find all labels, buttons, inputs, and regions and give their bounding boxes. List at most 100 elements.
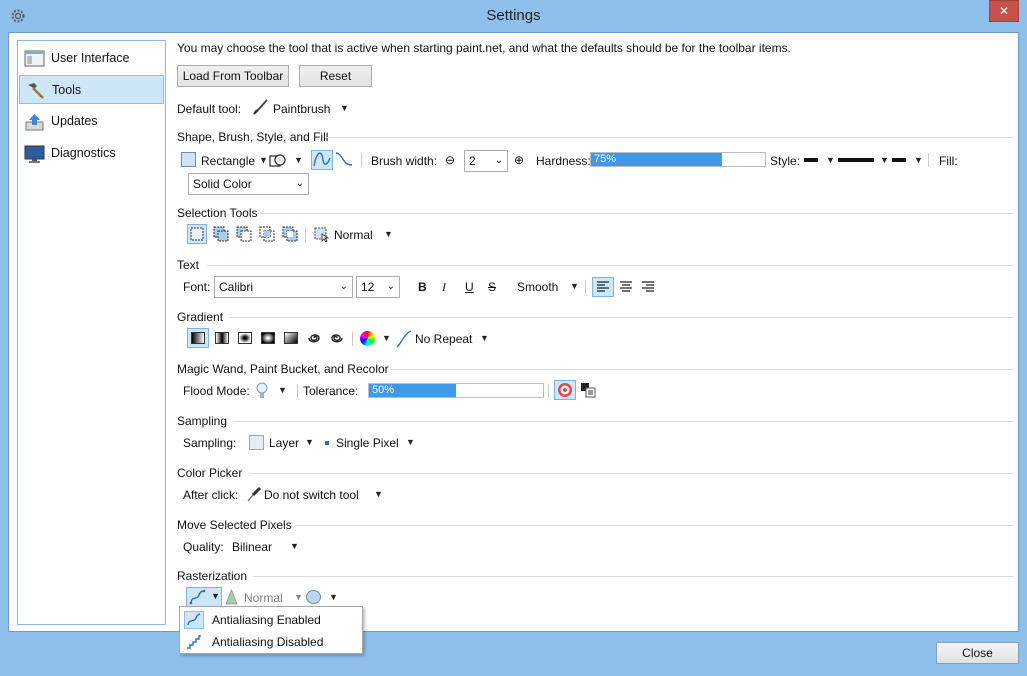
gradient-radial-button[interactable] xyxy=(258,328,278,348)
section-selection-tools: Selection Tools xyxy=(177,206,1014,221)
start-cap-dropdown[interactable]: ▼ xyxy=(804,150,835,170)
solid-line-icon xyxy=(838,158,874,162)
color-wheel-icon xyxy=(360,331,375,346)
hardness-slider[interactable]: 75% xyxy=(590,152,766,167)
align-center-button[interactable] xyxy=(616,277,636,297)
strikethrough-button[interactable]: S xyxy=(488,280,496,294)
section-heading: Selection Tools xyxy=(177,206,264,220)
selection-union-icon xyxy=(213,226,229,242)
italic-button[interactable]: I xyxy=(442,280,446,295)
antialias-disabled-icon xyxy=(184,633,204,651)
increase-width-button[interactable]: ⊕ xyxy=(514,153,524,167)
alpha-blending-icon xyxy=(306,590,321,604)
sampling-pixel-dropdown[interactable]: Single Pixel ▼ xyxy=(322,433,417,453)
settings-frame: User Interface Tools Updates Diagnostics… xyxy=(8,32,1019,632)
layers-icon xyxy=(581,383,596,398)
selection-union-button[interactable] xyxy=(211,224,231,244)
selection-replace-button[interactable] xyxy=(187,224,207,244)
antialias-enabled-icon xyxy=(184,611,204,629)
section-text: Text xyxy=(177,258,1014,273)
selection-intersect-icon xyxy=(259,226,275,242)
after-click-dropdown[interactable]: Do not switch tool ▼ xyxy=(246,485,386,505)
flood-mode-dropdown[interactable]: ▼ xyxy=(255,381,289,401)
selection-exclude-button[interactable] xyxy=(234,224,254,244)
close-button[interactable]: Close xyxy=(936,642,1019,664)
gradient-linear-reflected-button[interactable] xyxy=(212,328,232,348)
gradient-color-mode-dropdown[interactable]: ▼ xyxy=(360,329,392,349)
gradient-linear-button[interactable] xyxy=(187,328,209,348)
layer-icon xyxy=(249,435,264,450)
gradient-spiral-ccw-button[interactable] xyxy=(327,328,347,348)
rectangle-icon xyxy=(181,152,196,167)
decrease-width-button[interactable]: ⊖ xyxy=(445,153,455,167)
nav-item-diagnostics[interactable]: Diagnostics xyxy=(19,139,164,168)
gradient-diamond-button[interactable] xyxy=(235,328,255,348)
hammer-icon xyxy=(28,83,44,99)
align-right-button[interactable] xyxy=(638,277,658,297)
bold-button[interactable]: B xyxy=(418,280,427,294)
nav-item-tools[interactable]: Tools xyxy=(19,75,164,104)
intro-text: You may choose the tool that is active w… xyxy=(177,41,791,55)
fill-value: Solid Color xyxy=(193,177,252,191)
selection-mode-dropdown[interactable]: Normal ▼ xyxy=(314,225,394,245)
default-tool-label: Default tool: xyxy=(177,102,242,116)
menu-item-antialiasing-disabled[interactable]: Antialiasing Disabled xyxy=(181,631,361,653)
selection-replace-icon xyxy=(190,227,204,241)
gradient-conical-button[interactable] xyxy=(281,328,301,348)
spiral-icon xyxy=(308,334,320,343)
draw-type-dropdown[interactable]: ▼ xyxy=(269,150,307,170)
title-bar: Settings ✕ xyxy=(0,0,1027,32)
sampling-layer-button[interactable] xyxy=(579,380,599,400)
quality-dropdown[interactable]: Bilinear ▼ xyxy=(232,537,300,557)
sampling-image-button[interactable] xyxy=(554,380,576,400)
font-combo[interactable]: Calibri ⌄ xyxy=(214,276,353,298)
window-close-button[interactable]: ✕ xyxy=(989,0,1019,22)
load-from-toolbar-button[interactable]: Load From Toolbar xyxy=(177,65,289,87)
shape-type-dropdown[interactable]: Rectangle ▼ xyxy=(181,150,268,170)
dash-style-dropdown[interactable]: ▼ xyxy=(838,150,889,170)
brush-width-label: Brush width: xyxy=(371,154,438,168)
font-size-combo[interactable]: 12 ⌄ xyxy=(356,276,400,298)
line-cap-icon xyxy=(892,158,906,162)
toolbar-separator xyxy=(305,228,306,242)
underline-button[interactable]: U xyxy=(465,280,474,294)
nav-item-user-interface[interactable]: User Interface xyxy=(19,44,164,73)
antialias-curve-button[interactable] xyxy=(311,150,333,170)
section-rasterization: Rasterization xyxy=(177,569,1014,584)
selection-intersect-button[interactable] xyxy=(257,224,277,244)
aliased-curve-button[interactable] xyxy=(335,150,355,170)
paintbrush-icon xyxy=(253,99,268,115)
linear-gradient-icon xyxy=(191,332,205,344)
fill-combo[interactable]: Solid Color ⌄ xyxy=(188,173,309,195)
chevron-down-icon: ▼ xyxy=(211,591,220,601)
chevron-down-icon: ▼ xyxy=(570,281,579,291)
tolerance-slider[interactable]: 50% xyxy=(368,383,544,398)
chevron-down-icon: ▼ xyxy=(259,155,268,165)
menu-item-antialiasing-enabled[interactable]: Antialiasing Enabled xyxy=(181,609,361,631)
section-divider xyxy=(233,421,1014,422)
default-tool-dropdown[interactable]: Paintbrush ▼ xyxy=(252,98,352,118)
tools-settings-panel: You may choose the tool that is active w… xyxy=(174,33,1014,631)
reset-button[interactable]: Reset xyxy=(299,65,372,87)
sampling-pixel-value: Single Pixel xyxy=(336,436,399,450)
fill-label: Fill: xyxy=(939,154,958,168)
nav-item-updates[interactable]: Updates xyxy=(19,107,164,136)
align-left-button[interactable] xyxy=(592,277,614,297)
gradient-spiral-cw-button[interactable] xyxy=(304,328,324,348)
selection-mode-value: Normal xyxy=(334,228,373,242)
antialiasing-dropdown[interactable]: ▼ xyxy=(186,587,222,607)
sampling-layer-dropdown[interactable]: Layer ▼ xyxy=(249,433,315,453)
nav-label: Tools xyxy=(52,83,82,97)
text-rendering-value: Smooth xyxy=(517,280,559,294)
selection-xor-button[interactable] xyxy=(280,224,300,244)
section-divider xyxy=(327,137,1014,138)
chevron-down-icon: ▼ xyxy=(382,333,391,343)
alpha-blending-dropdown[interactable]: ▼ xyxy=(306,588,338,608)
text-rendering-dropdown[interactable]: Smooth ▼ xyxy=(509,277,581,297)
nav-label: Updates xyxy=(51,114,98,128)
brush-width-combo[interactable]: 2 ⌄ xyxy=(464,150,508,172)
gradient-repeat-dropdown[interactable]: No Repeat ▼ xyxy=(396,329,491,349)
end-cap-dropdown[interactable]: ▼ xyxy=(892,150,923,170)
toolbar-separator xyxy=(548,384,549,398)
blend-mode-dropdown[interactable]: Normal ▼ xyxy=(224,588,303,608)
